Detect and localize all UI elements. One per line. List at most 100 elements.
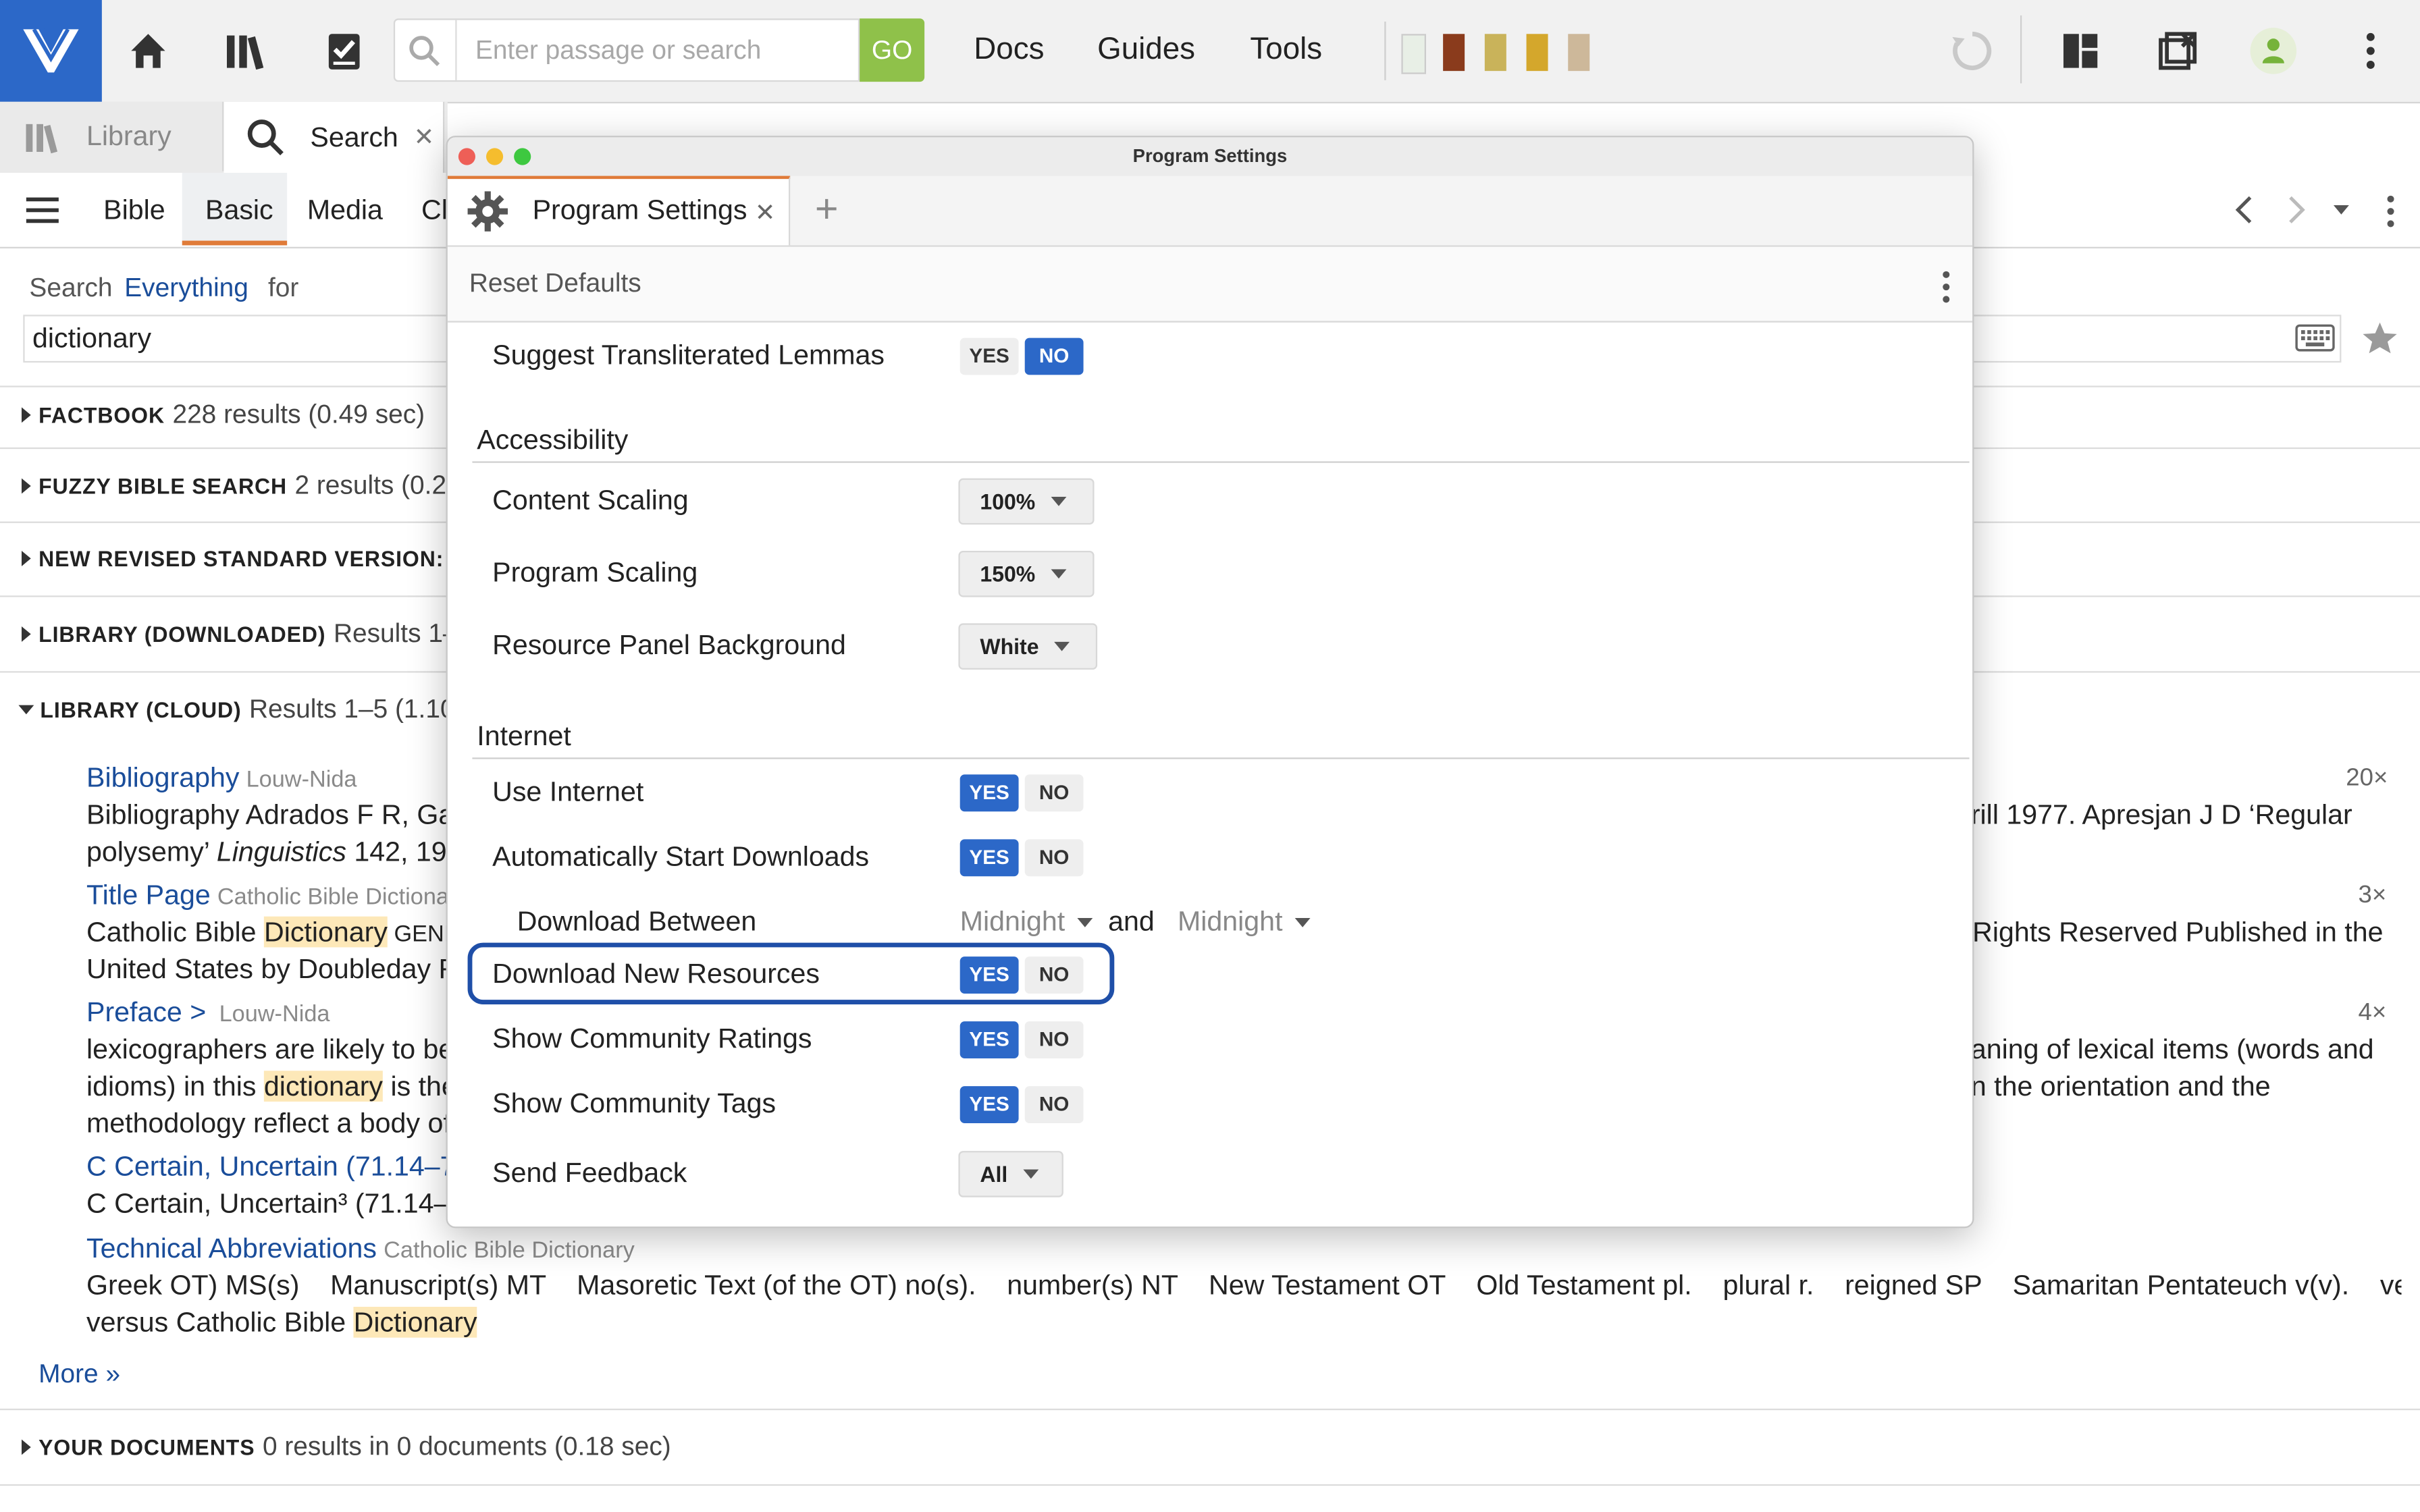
recent-book-3[interactable] — [1484, 34, 1506, 72]
no-option[interactable]: NO — [1024, 956, 1084, 994]
list-item[interactable]: Technical Abbreviations Catholic Bible D… — [86, 1233, 635, 1265]
favorite-star-icon[interactable] — [2361, 321, 2398, 354]
result-snippet: idioms) in this dictionary is the — [86, 1071, 457, 1103]
yes-option[interactable]: YES — [959, 1086, 1019, 1123]
keyboard-icon[interactable] — [2295, 324, 2335, 352]
community-ratings-toggle: YES NO — [959, 1021, 1090, 1058]
reset-defaults-button[interactable]: Reset Defaults — [469, 269, 641, 300]
result-group-fuzzy[interactable]: FUZZY BIBLE SEARCH 2 results (0.21 s — [21, 470, 481, 502]
library-icon[interactable] — [222, 26, 271, 76]
section-accessibility: Accessibility — [477, 424, 629, 456]
tab-program-settings[interactable]: Program Settings ✕ — [447, 176, 791, 246]
download-to-dropdown[interactable]: Midnight — [1178, 906, 1311, 938]
checklist-icon[interactable] — [319, 26, 369, 76]
result-group-name: FACTBOOK — [38, 402, 165, 428]
expand-caret-icon — [21, 550, 31, 566]
menu-guides[interactable]: Guides — [1097, 32, 1195, 68]
home-icon[interactable] — [124, 26, 173, 76]
dropdown-value: Midnight — [1177, 905, 1283, 937]
auto-downloads-toggle: YES NO — [959, 839, 1090, 877]
content-scaling-dropdown[interactable]: 100% — [958, 478, 1095, 525]
go-button[interactable]: GO — [860, 18, 925, 82]
back-arrow-icon[interactable] — [2232, 194, 2257, 225]
result-title[interactable]: Preface > — [86, 997, 206, 1028]
tab-search[interactable]: Search ✕ — [223, 101, 445, 173]
no-option[interactable]: NO — [1024, 1021, 1084, 1058]
send-feedback-dropdown[interactable]: All — [958, 1151, 1063, 1197]
close-panels-icon[interactable] — [2153, 26, 2203, 76]
expand-caret-icon — [21, 626, 31, 642]
panel-menu-icon[interactable] — [2384, 194, 2396, 228]
chevron-down-icon — [1077, 917, 1093, 927]
list-item[interactable]: C Certain, Uncertain (71.14–71. — [86, 1151, 479, 1183]
tab-library[interactable]: Library — [0, 101, 224, 171]
result-group-nrsv[interactable]: NEW REVISED STANDARD VERSION: CA — [21, 546, 483, 571]
recent-book-5[interactable] — [1568, 34, 1590, 72]
menu-tools[interactable]: Tools — [1250, 32, 1322, 68]
passage-search-input[interactable] — [472, 30, 849, 72]
chevron-down-icon — [1051, 569, 1066, 579]
result-group-factbook[interactable]: FACTBOOK 228 results (0.49 sec) — [21, 400, 425, 431]
hamburger-menu-icon[interactable] — [25, 194, 62, 225]
recent-book-4[interactable] — [1526, 34, 1548, 72]
more-results-link[interactable]: More » — [38, 1359, 120, 1390]
history-dropdown-icon[interactable] — [2332, 204, 2350, 216]
result-title[interactable]: Technical Abbreviations — [86, 1233, 377, 1264]
menu-docs[interactable]: Docs — [974, 32, 1044, 68]
logos-logo-icon — [23, 28, 79, 73]
list-item[interactable]: Title Page Catholic Bible Dictionar — [86, 880, 456, 912]
yes-option[interactable]: YES — [959, 956, 1019, 994]
yes-option[interactable]: YES — [959, 839, 1019, 877]
sync-icon[interactable] — [1948, 26, 1997, 76]
result-group-your-documents[interactable]: YOUR DOCUMENTS 0 results in 0 documents … — [21, 1432, 671, 1463]
result-group-summary: 0 results in 0 documents (0.18 sec) — [262, 1432, 671, 1461]
download-from-dropdown[interactable]: Midnight — [960, 906, 1093, 938]
result-title[interactable]: C Certain, Uncertain (71.14–71. — [86, 1151, 479, 1182]
search-kind-clause[interactable]: Cl — [421, 194, 448, 227]
more-menu-icon[interactable] — [2346, 26, 2395, 76]
no-option[interactable]: NO — [1024, 338, 1084, 375]
search-kind-basic[interactable]: Basic — [205, 194, 273, 227]
no-option[interactable]: NO — [1024, 839, 1084, 877]
search-kind-bible[interactable]: Bible — [103, 194, 165, 227]
result-title[interactable]: Bibliography — [86, 762, 239, 793]
list-item[interactable]: Bibliography Louw-Nida — [86, 762, 357, 794]
result-title[interactable]: Title Page — [86, 880, 211, 911]
for-label: for — [267, 273, 299, 302]
result-group-library-cloud[interactable]: LIBRARY (CLOUD) Results 1–5 (1.10 s — [18, 695, 475, 726]
result-group-library-downloaded[interactable]: LIBRARY (DOWNLOADED) Results 1–1 — [21, 619, 472, 650]
section-divider — [472, 461, 1970, 463]
logos-logo[interactable] — [0, 0, 102, 102]
layout-icon[interactable] — [2056, 26, 2105, 76]
account-avatar[interactable] — [2250, 28, 2297, 74]
recent-book-2[interactable] — [1443, 34, 1465, 72]
section-internet: Internet — [477, 720, 571, 752]
no-option[interactable]: NO — [1024, 774, 1084, 812]
yes-option[interactable]: YES — [959, 338, 1019, 375]
settings-menu-icon[interactable] — [1940, 270, 1952, 304]
program-scaling-label: Program Scaling — [492, 557, 698, 588]
snippet-italic: Linguistics — [216, 836, 346, 867]
forward-arrow-icon[interactable] — [2284, 194, 2309, 225]
result-source: Catholic Bible Dictionar — [217, 884, 457, 911]
recent-book-1[interactable] — [1401, 34, 1426, 74]
and-label: and — [1108, 905, 1155, 937]
list-item[interactable]: Preface > Louw-Nida — [86, 997, 330, 1029]
result-snippet: C Certain, Uncertain³ (71.14–71 — [86, 1187, 481, 1219]
snippet-highlight: Dictionary — [263, 916, 388, 948]
search-scope-everything[interactable]: Everything — [124, 273, 248, 302]
add-tab-button[interactable]: + — [815, 185, 839, 233]
search-kind-media[interactable]: Media — [307, 194, 383, 227]
yes-option[interactable]: YES — [959, 774, 1019, 812]
result-snippet-right: aning of lexical items (words and — [1970, 1033, 2374, 1065]
resource-bg-dropdown[interactable]: White — [958, 623, 1098, 670]
result-snippet: lexicographers are likely to be i — [86, 1033, 468, 1065]
program-scaling-dropdown[interactable]: 150% — [958, 550, 1095, 597]
query-input[interactable]: dictionary — [32, 323, 151, 355]
chevron-down-icon — [1054, 641, 1070, 651]
tab-close-icon[interactable]: ✕ — [755, 198, 776, 229]
tab-search-close[interactable]: ✕ — [414, 122, 435, 153]
no-option[interactable]: NO — [1024, 1086, 1084, 1123]
yes-option[interactable]: YES — [959, 1021, 1019, 1058]
result-source: Catholic Bible Dictionary — [384, 1237, 635, 1264]
